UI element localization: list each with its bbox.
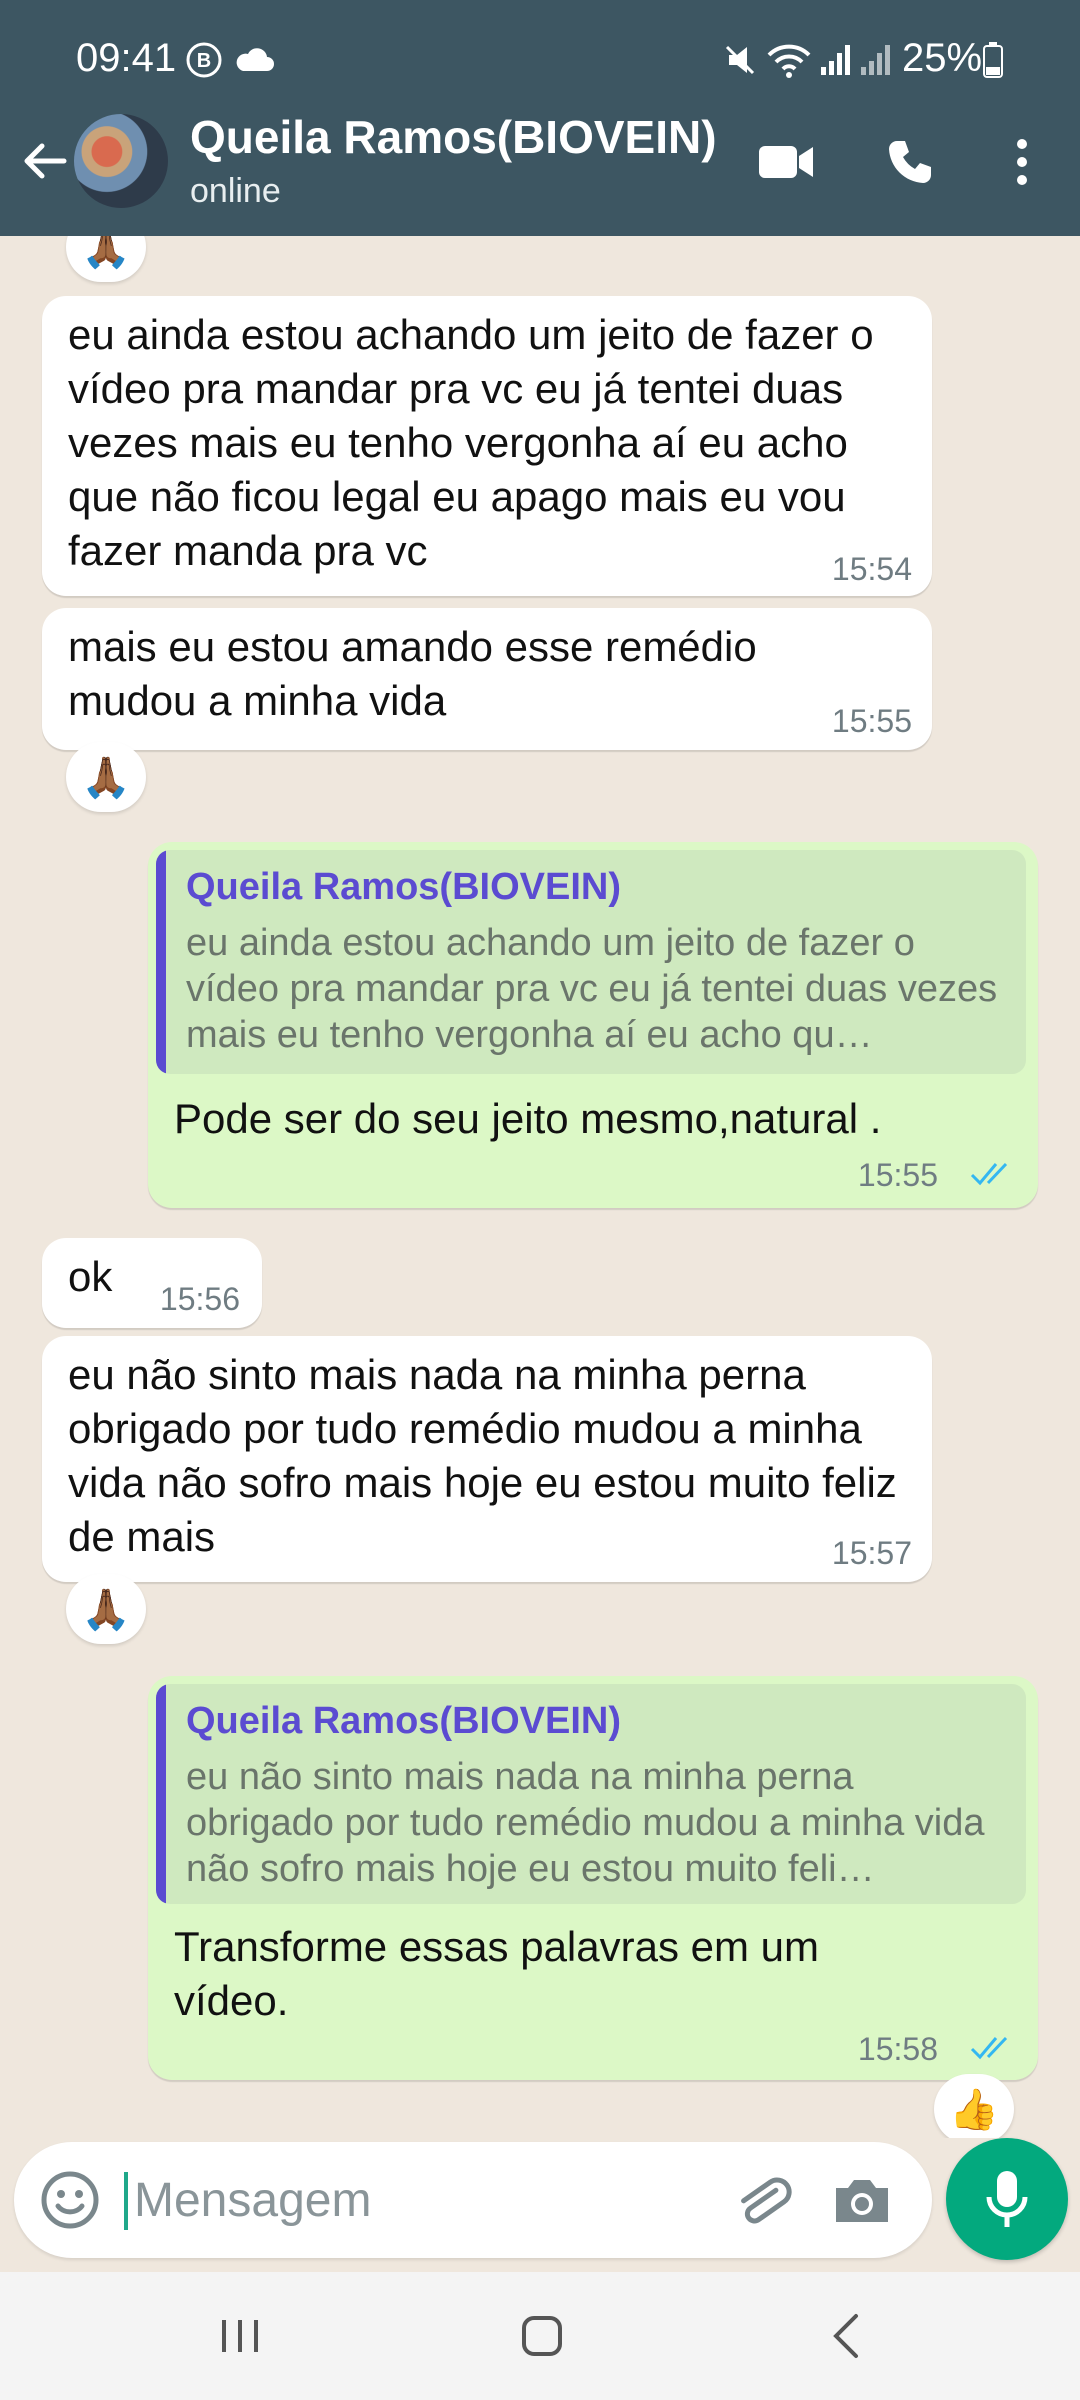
- video-call-button[interactable]: [756, 132, 816, 192]
- quote-author: Queila Ramos(BIOVEIN): [186, 866, 621, 908]
- attach-button[interactable]: [730, 2168, 794, 2232]
- message-time: 15:54: [831, 551, 912, 587]
- message-text: ok: [68, 1253, 113, 1300]
- contact-avatar[interactable]: [74, 114, 168, 208]
- signal-icon: [818, 40, 854, 80]
- reaction-badge[interactable]: 🙏🏾: [66, 236, 146, 282]
- back-chevron-icon: [833, 2314, 858, 2358]
- recent-apps-icon: [222, 2320, 258, 2352]
- back-arrow-icon: [24, 143, 67, 179]
- home-button[interactable]: [502, 2304, 582, 2368]
- text-caret: [124, 2172, 128, 2230]
- reaction-badge[interactable]: 👍: [934, 2074, 1014, 2138]
- contact-status: online: [190, 172, 281, 210]
- chat-messages[interactable]: 🙏🏾 eu ainda estou achando um jeito de fa…: [0, 236, 1080, 2138]
- voice-record-button[interactable]: [946, 2138, 1068, 2260]
- wifi-icon: [764, 40, 814, 80]
- message-time: 15:55: [857, 1157, 938, 1193]
- message-text: eu ainda estou achando um jeito de fazer…: [68, 311, 874, 574]
- emoji-icon: [41, 2171, 99, 2229]
- quote-text: eu ainda estou achando um jeito de fazer…: [186, 922, 998, 1056]
- message-text: Pode ser do seu jeito mesmo,natural .: [174, 1095, 882, 1142]
- voice-call-button[interactable]: [880, 132, 940, 192]
- back-nav-button[interactable]: [806, 2304, 886, 2368]
- incoming-message[interactable]: ok 15:56: [42, 1238, 262, 1328]
- message-time: 15:58: [857, 2031, 938, 2067]
- voice-call-icon: [889, 141, 931, 183]
- battery-icon: [980, 40, 1006, 80]
- read-receipt-icon: [970, 2036, 1008, 2060]
- message-input[interactable]: [134, 2168, 694, 2232]
- app-bar: Queila Ramos(BIOVEIN) online: [0, 110, 1080, 236]
- home-icon: [522, 2316, 562, 2356]
- quote-accent-bar: [156, 850, 166, 1074]
- incoming-message[interactable]: mais eu estou amando esse remédio mudou …: [42, 608, 932, 750]
- message-text: Transforme essas palavras em um vídeo.: [174, 1923, 819, 2024]
- message-time: 15:56: [159, 1281, 240, 1317]
- recent-apps-button[interactable]: [200, 2304, 280, 2368]
- chat-header: 09:41 B 25% Queila Ramos(BIOVEIN) online: [0, 0, 1080, 236]
- microphone-icon: [986, 2171, 1028, 2227]
- status-time: 09:41: [76, 36, 177, 80]
- incoming-message[interactable]: eu não sinto mais nada na minha perna ob…: [42, 1336, 932, 1582]
- signal-icon-2: [858, 40, 894, 80]
- message-text: eu não sinto mais nada na minha perna ob…: [68, 1351, 897, 1560]
- outgoing-message[interactable]: Queila Ramos(BIOVEIN) eu ainda estou ach…: [148, 842, 1038, 1208]
- incoming-message[interactable]: eu ainda estou achando um jeito de fazer…: [42, 296, 932, 596]
- back-button[interactable]: [18, 134, 72, 188]
- more-options-icon: [1017, 139, 1027, 185]
- more-options-button[interactable]: [1000, 132, 1044, 192]
- read-receipt-icon: [970, 1162, 1008, 1186]
- emoji-button[interactable]: [38, 2168, 102, 2232]
- svg-text:B: B: [197, 50, 211, 72]
- b-notification-icon: B: [184, 40, 224, 80]
- contact-name[interactable]: Queila Ramos(BIOVEIN): [190, 110, 717, 164]
- quoted-message[interactable]: Queila Ramos(BIOVEIN) eu ainda estou ach…: [156, 850, 1026, 1074]
- reaction-badge[interactable]: 🙏🏾: [66, 742, 146, 812]
- message-time: 15:57: [831, 1535, 912, 1571]
- status-bar: 09:41 B 25%: [0, 0, 1080, 120]
- video-call-icon: [759, 146, 813, 178]
- quote-accent-bar: [156, 1684, 166, 1904]
- quote-author: Queila Ramos(BIOVEIN): [186, 1700, 621, 1742]
- quoted-message[interactable]: Queila Ramos(BIOVEIN) eu não sinto mais …: [156, 1684, 1026, 1904]
- paperclip-icon: [741, 2177, 792, 2224]
- battery-percentage: 25%: [902, 36, 983, 80]
- outgoing-message[interactable]: Queila Ramos(BIOVEIN) eu não sinto mais …: [148, 1676, 1038, 2080]
- camera-icon: [836, 2180, 888, 2222]
- system-navigation-bar: [0, 2272, 1080, 2400]
- cloud-icon: [232, 40, 276, 80]
- quote-text: eu não sinto mais nada na minha perna ob…: [186, 1756, 985, 1890]
- camera-button[interactable]: [830, 2168, 894, 2232]
- reaction-badge[interactable]: 🙏🏾: [66, 1574, 146, 1644]
- message-composer: [14, 2142, 932, 2258]
- mute-icon: [720, 40, 760, 80]
- message-time: 15:55: [831, 703, 912, 739]
- message-text: mais eu estou amando esse remédio mudou …: [68, 623, 757, 724]
